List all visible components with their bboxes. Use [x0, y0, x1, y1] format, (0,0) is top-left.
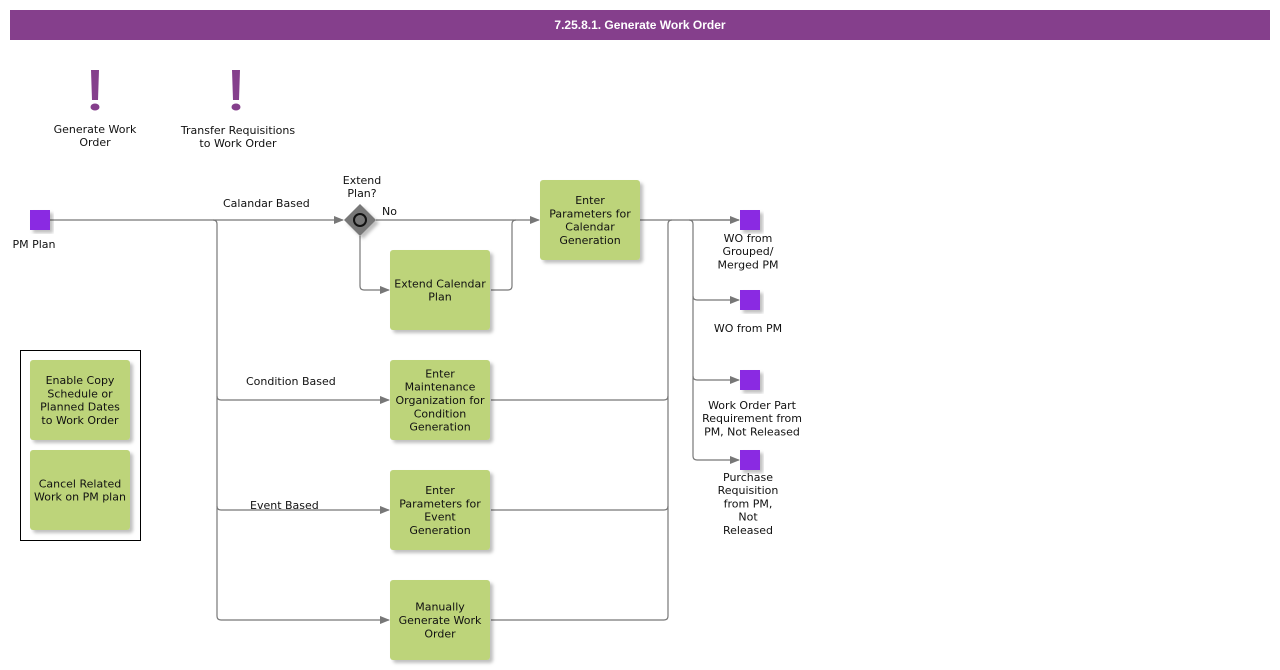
flow-collect-vertical	[491, 219, 673, 621]
end-event-label-line: Merged PM	[718, 258, 779, 271]
task-label-line: Event	[424, 511, 456, 524]
task-label-line: Cancel Related	[39, 477, 122, 490]
task-label-line: Enter	[425, 484, 455, 497]
end-event-marker	[740, 370, 760, 390]
task-enter-event-parameters[interactable]: EnterParameters forEventGeneration	[390, 470, 490, 550]
end-event-label-line: Grouped/	[723, 245, 774, 258]
end-event-label-line: Purchase	[723, 471, 773, 484]
task-label-line: Parameters for	[399, 497, 481, 510]
task-label-line: Generate Work	[399, 614, 482, 627]
alert-generate-work-order[interactable]: Generate Work Order	[54, 70, 137, 149]
legend-task-enable-copy-schedule[interactable]: Enable CopySchedule orPlanned Datesto Wo…	[30, 360, 130, 440]
flow-label-calendar: Calandar Based	[223, 197, 310, 210]
end-event-marker	[740, 450, 760, 470]
end-event-label-line: WO from PM	[714, 322, 782, 335]
flow-extend-to-params	[491, 219, 517, 291]
task-label-line: Generation	[559, 234, 620, 247]
task-label-line: to Work Order	[41, 414, 119, 427]
alert-label-line: Generate Work	[54, 123, 137, 136]
task-label-line: Enter	[575, 194, 605, 207]
flow-label-event: Event Based	[250, 499, 319, 512]
end-event-label-line: PM, Not Released	[704, 425, 800, 438]
task-label-line: Work on PM plan	[34, 491, 126, 504]
exclamation-icon	[90, 70, 100, 111]
end-event-label-line: Requirement from	[702, 412, 802, 425]
task-label-line: Organization for	[396, 394, 485, 407]
flow-label-condition: Condition Based	[246, 375, 336, 388]
end-event-label-line: Released	[723, 524, 773, 537]
alert-label-line: to Work Order	[199, 137, 277, 150]
task-label-line: Schedule or	[47, 387, 113, 400]
end-event-label-line: from PM,	[724, 497, 773, 510]
task-label-line: Generation	[409, 524, 470, 537]
legend-task-cancel-related-work[interactable]: Cancel RelatedWork on PM plan	[30, 450, 130, 530]
start-event-label: PM Plan	[12, 238, 55, 251]
end-event-label-line: WO from	[724, 232, 773, 245]
gateway-label-line: Plan?	[347, 187, 376, 200]
task-label-line: Condition	[414, 407, 467, 420]
end-event-label-line: Requisition	[718, 484, 779, 497]
gateway-no-label: No	[382, 205, 397, 218]
end-event-wo-grouped-merged[interactable]: WO fromGrouped/Merged PM	[718, 210, 779, 271]
end-event-label-line: Not	[738, 511, 758, 524]
exclamation-icon	[231, 70, 241, 111]
flow-yes	[359, 236, 390, 294]
alert-label-line: Order	[79, 136, 111, 149]
flow-condition-based	[216, 395, 390, 404]
gateway-label-line: Extend	[343, 174, 382, 187]
alert-transfer-requisitions[interactable]: Transfer Requisitions to Work Order	[180, 70, 296, 150]
task-enter-maintenance-organization[interactable]: EnterMaintenanceOrganization forConditio…	[390, 360, 490, 440]
flow-out-2	[692, 295, 740, 304]
task-label-line: Extend Calendar	[394, 277, 486, 290]
task-manually-generate-work-order[interactable]: ManuallyGenerate WorkOrder	[390, 580, 490, 660]
task-label-line: Maintenance	[405, 381, 476, 394]
end-event-wo-from-pm[interactable]: WO from PM	[714, 290, 782, 335]
task-label-line: Planned Dates	[40, 401, 120, 414]
task-label-line: Enable Copy	[46, 374, 115, 387]
task-label-line: Manually	[415, 601, 465, 614]
end-event-marker	[740, 210, 760, 230]
task-label-line: Generation	[409, 421, 470, 434]
task-enter-calendar-parameters[interactable]: EnterParameters forCalendarGeneration	[540, 180, 640, 260]
gateway-extend-plan[interactable]: Extend Plan? No	[343, 174, 397, 236]
flow-trunk	[212, 219, 390, 624]
alert-label-line: Transfer Requisitions	[180, 124, 296, 137]
flow-collect-event	[491, 505, 669, 511]
task-label-line: Parameters for	[549, 207, 631, 220]
start-event-pm-plan[interactable]: PM Plan	[12, 210, 56, 251]
end-event-label-line: Work Order Part	[708, 399, 797, 412]
task-label-line: Plan	[428, 291, 451, 304]
process-diagram: Generate Work Order Transfer Requisition…	[12, 70, 802, 660]
end-event-purchase-requisition[interactable]: PurchaseRequisitionfrom PM,NotReleased	[718, 450, 779, 537]
end-event-marker	[740, 290, 760, 310]
flow-collect-maint	[491, 395, 669, 401]
task-label-line: Calendar	[565, 221, 615, 234]
task-extend-calendar-plan[interactable]: Extend CalendarPlan	[390, 250, 490, 330]
flow-out-3	[692, 375, 740, 384]
task-label-line: Enter	[425, 367, 455, 380]
task-label-line: Order	[424, 627, 456, 640]
